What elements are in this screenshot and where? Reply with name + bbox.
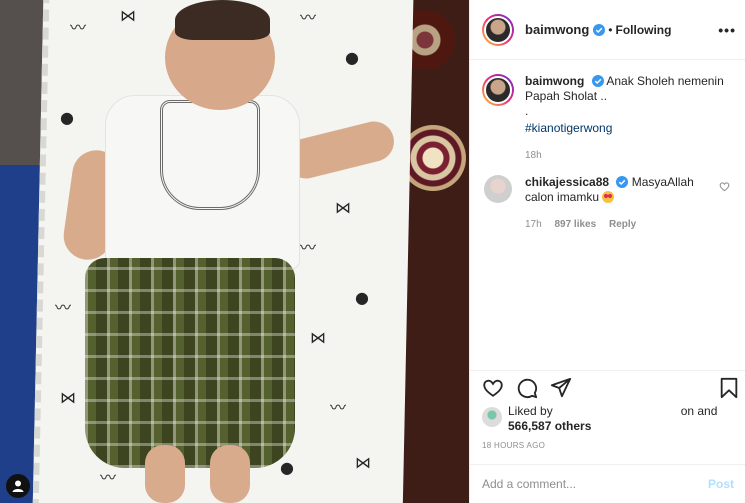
post-button[interactable]: Post [708,477,734,491]
avatar[interactable] [482,13,514,46]
comment-username[interactable]: chikajessica88 [525,175,609,189]
liked-by-prefix: Liked by [508,404,553,418]
hat-pattern: ● [60,108,74,127]
action-bar [470,370,745,404]
commenter-avatar[interactable] [484,175,512,203]
baby-foot-right [210,445,250,503]
share-icon[interactable] [550,377,572,399]
caption-dot: . [525,104,529,118]
hat-pattern: ● [345,48,359,67]
bowtie-pattern: ⋈ [355,453,371,472]
following-button[interactable]: Following [615,23,671,37]
shirt-embroidery [160,100,260,210]
verified-badge-icon [591,75,604,87]
mustache-pattern: 〰 [70,18,87,37]
baby-foot-left [145,445,185,503]
likes-count[interactable]: 566,587 others [508,419,591,433]
plaid-sarong [85,258,295,468]
verified-badge-icon [593,23,606,36]
liked-by-suffix: on and [680,404,718,418]
post-timestamp[interactable]: 18 HOURS AGO [482,441,545,450]
heart-eyes-emoji-icon [602,191,615,203]
profile-icon [12,480,24,492]
bowtie-pattern: ⋈ [335,198,351,217]
mustache-pattern: 〰 [100,468,117,487]
comment-likes[interactable]: 897 likes [554,219,596,230]
post-sidebar: baimwong • Following ••• baimwong Anak S… [469,0,745,503]
verified-badge-icon [616,176,629,188]
bowtie-pattern: ⋈ [310,328,326,347]
more-options-icon[interactable]: ••• [718,22,736,38]
post-photo[interactable]: 〰 ⋈ 〰 ● ● ⋈ 〰 ● ⋈ 〰 ⋈ 〰 ● 〰 ⋈ [0,0,469,503]
caption-username[interactable]: baimwong [525,74,584,88]
caption-hashtag[interactable]: #kianotigerwong [525,121,730,136]
comment-icon[interactable] [516,377,538,399]
post-header: baimwong • Following ••• [470,0,745,60]
liker-avatar[interactable] [482,407,502,427]
comment-time[interactable]: 17h [525,219,542,230]
mustache-pattern: 〰 [55,298,72,317]
heart-icon[interactable] [482,377,504,399]
reply-button[interactable]: Reply [609,219,636,230]
hat-pattern: ● [280,458,294,477]
header-separator: • [608,22,613,37]
mustache-pattern: 〰 [300,238,317,257]
comment-input[interactable] [482,477,708,491]
bowtie-pattern: ⋈ [60,388,76,407]
caption-avatar[interactable] [482,74,514,106]
comments-section: baimwong Anak Sholeh nemenin Papah Shola… [470,60,745,370]
bookmark-icon[interactable] [718,377,740,399]
likes-summary: Liked by on and 566,587 others [482,404,742,438]
header-username[interactable]: baimwong [525,22,589,37]
bowtie-pattern: ⋈ [120,6,136,25]
caption: baimwong Anak Sholeh nemenin Papah Shola… [482,74,734,163]
baby-hair [175,0,270,40]
profile-tag-button[interactable] [6,474,30,498]
add-comment-bar: Post [470,464,745,503]
hat-pattern: ● [355,288,369,307]
heart-icon[interactable] [719,181,730,192]
caption-time[interactable]: 18h [525,150,542,161]
mustache-pattern: 〰 [300,8,317,27]
comment-item: chikajessica88 MasyaAllah calon imamku 1… [482,175,734,232]
mustache-pattern: 〰 [330,398,347,417]
